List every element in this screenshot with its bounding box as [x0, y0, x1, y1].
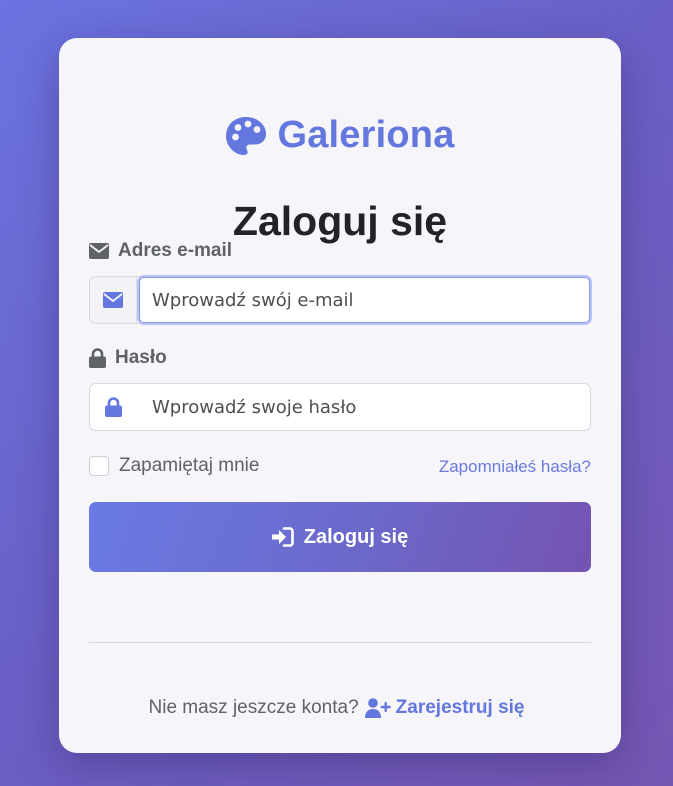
palette-icon: [226, 116, 267, 155]
signup-prompt: Nie masz jeszcze konta? Zarejestruj się: [0, 697, 673, 719]
email-label: Adres e-mail: [89, 240, 232, 262]
login-button[interactable]: Zaloguj się: [89, 502, 591, 572]
remember-checkbox[interactable]: [89, 456, 109, 476]
brand-header: Galeriona: [59, 114, 621, 157]
signup-prompt-text: Nie masz jeszcze konta?: [148, 697, 359, 718]
remember-label: Zapamiętaj mnie: [119, 455, 260, 476]
register-link-label: Zarejestruj się: [395, 697, 525, 718]
remember-me[interactable]: Zapamiętaj mnie: [89, 455, 259, 477]
brand-name: Galeriona: [277, 114, 455, 156]
password-input-group: [89, 383, 591, 431]
sign-in-icon: [271, 527, 294, 547]
password-prefix: [90, 384, 137, 430]
lock-icon: [89, 348, 106, 368]
email-prefix: [90, 277, 137, 323]
email-label-text: Adres e-mail: [118, 240, 233, 261]
password-label: Hasło: [89, 347, 167, 369]
envelope-icon: [103, 292, 123, 308]
password-field[interactable]: [137, 384, 590, 430]
page-title: Zaloguj się: [232, 198, 448, 244]
password-label-text: Hasło: [115, 347, 167, 368]
lock-icon: [105, 397, 122, 417]
forgot-password-link[interactable]: Zapomniałeś hasła?: [439, 457, 591, 477]
divider: [89, 642, 591, 643]
email-field[interactable]: [137, 277, 590, 323]
user-plus-icon: [364, 698, 391, 718]
envelope-icon: [89, 243, 109, 259]
email-input-group: [89, 275, 592, 325]
register-link[interactable]: Zarejestruj się: [364, 697, 525, 719]
login-button-label: Zaloguj się: [303, 525, 409, 548]
